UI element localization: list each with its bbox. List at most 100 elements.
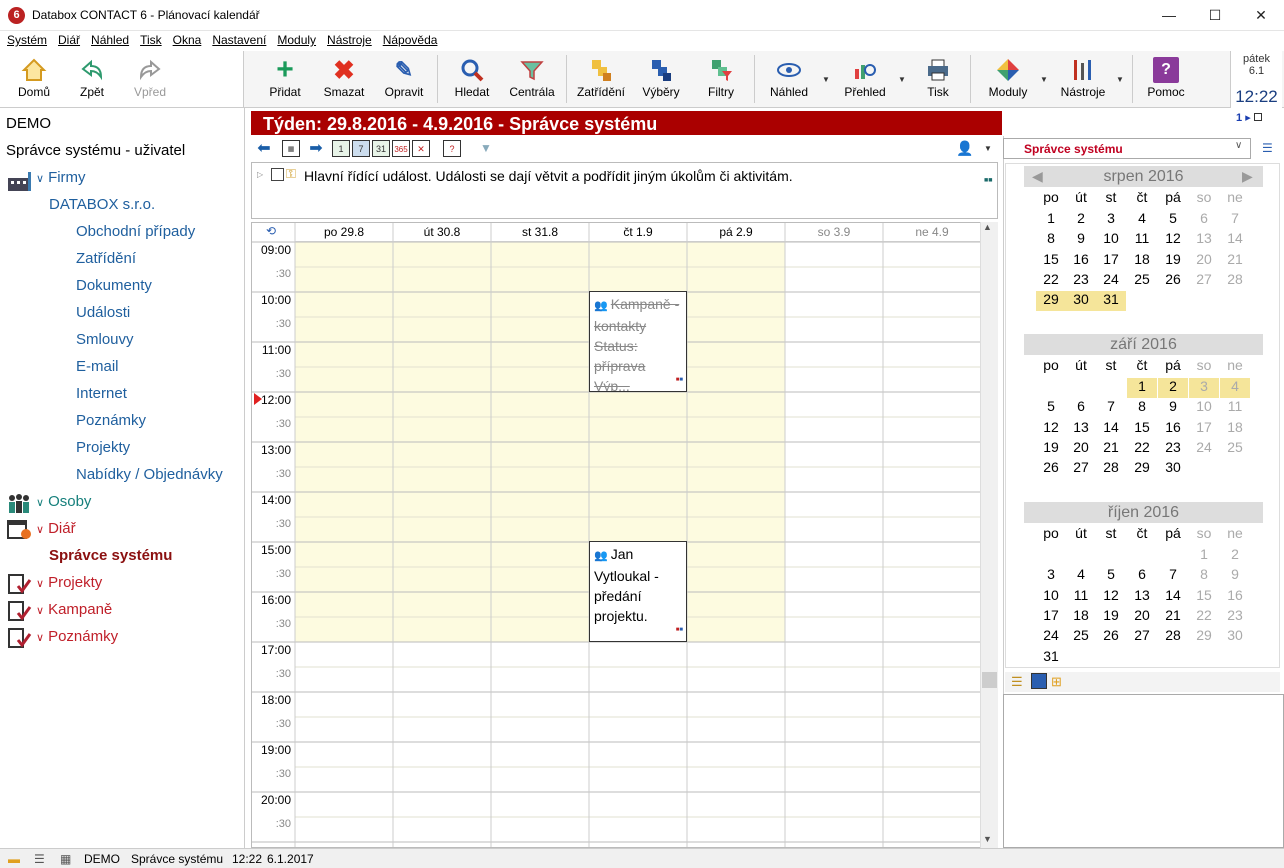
day-cell[interactable]: 6 <box>1189 210 1219 230</box>
day-cell[interactable]: 27 <box>1066 459 1096 479</box>
day-cell[interactable]: 11 <box>1127 230 1157 250</box>
day-cell[interactable]: 15 <box>1189 587 1219 607</box>
day-cell[interactable]: 13 <box>1189 230 1219 250</box>
day-cell[interactable]: 19 <box>1096 607 1126 627</box>
next-arrow-icon[interactable]: ➡ <box>307 140 325 157</box>
previous-month-icon[interactable]: ◀ <box>1032 168 1043 185</box>
day-cell[interactable]: 21 <box>1096 439 1126 459</box>
day-cell[interactable]: 21 <box>1220 251 1250 271</box>
nav-database[interactable]: DEMO <box>6 115 51 132</box>
day-cell[interactable]: 8 <box>1127 398 1157 418</box>
day-cell[interactable]: 28 <box>1096 459 1126 479</box>
scroll-thumb[interactable] <box>982 672 997 688</box>
nav-user[interactable]: Správce systému - uživatel <box>6 142 185 159</box>
menu-print[interactable]: Tisk <box>140 31 162 47</box>
day-cell[interactable]: 17 <box>1096 251 1126 271</box>
day-cell[interactable]: 24 <box>1036 627 1066 647</box>
tools-dropdown-icon[interactable]: ▼ <box>1116 75 1124 84</box>
menu-modules[interactable]: Moduly <box>277 31 316 47</box>
nav-projects[interactable]: ∨ Projekty <box>36 574 102 591</box>
modules-button[interactable]: Moduly <box>980 51 1036 106</box>
day-cell[interactable]: 9 <box>1220 566 1250 586</box>
event-checkbox[interactable] <box>271 168 284 181</box>
delete-button[interactable]: ✖ Smazat <box>316 51 372 106</box>
day-cell[interactable]: 13 <box>1127 587 1157 607</box>
maximize-button[interactable]: ☐ <box>1192 0 1238 31</box>
overview-button[interactable]: Přehled <box>838 51 892 106</box>
edit-button[interactable]: ✎ Opravit <box>376 51 432 106</box>
day-header[interactable]: pá 2.9 <box>687 223 785 242</box>
search-button[interactable]: Hledat <box>444 51 500 106</box>
day-cell[interactable]: 9 <box>1158 398 1188 418</box>
day-cell[interactable]: 29 <box>1036 291 1066 312</box>
day-cell[interactable]: 20 <box>1127 607 1157 627</box>
day-cell[interactable]: 24 <box>1096 271 1126 291</box>
nav-campaigns[interactable]: ∨ Kampaně <box>36 601 112 618</box>
day-cell[interactable]: 31 <box>1036 648 1066 668</box>
nav-firms[interactable]: ∨ Firmy <box>36 169 86 186</box>
day-cell[interactable]: 25 <box>1066 627 1096 647</box>
week-view-icon[interactable]: 7 <box>352 140 370 157</box>
next-month-icon[interactable]: ▶ <box>1242 168 1253 185</box>
minimize-button[interactable]: — <box>1146 0 1192 31</box>
tree-icon[interactable]: ⊞ <box>1051 674 1062 690</box>
help-button[interactable]: ? Pomoc <box>1140 51 1192 106</box>
filters-button[interactable]: Filtry <box>694 51 748 106</box>
day-cell[interactable]: 5 <box>1036 398 1066 418</box>
day-cell[interactable]: 17 <box>1036 607 1066 627</box>
list-view-icon[interactable]: ☰ <box>1262 141 1273 155</box>
nav-persons[interactable]: ∨ Osoby <box>36 493 91 510</box>
nav-item-events[interactable]: Události <box>76 304 130 321</box>
menu-system[interactable]: Systém <box>7 31 47 47</box>
day-cell[interactable]: 21 <box>1158 607 1188 627</box>
unknown-date-icon[interactable]: ? <box>443 140 461 157</box>
preview-dropdown-icon[interactable]: ▼ <box>822 75 830 84</box>
app-icon[interactable]: 6 <box>8 7 25 24</box>
day-cell[interactable]: 23 <box>1220 607 1250 627</box>
day-cell[interactable]: 22 <box>1189 607 1219 627</box>
day-cell[interactable]: 29 <box>1189 627 1219 647</box>
day-cell[interactable]: 11 <box>1066 587 1096 607</box>
day-header[interactable]: st 31.8 <box>491 223 589 242</box>
day-cell[interactable]: 20 <box>1189 251 1219 271</box>
user-icon[interactable]: 👤 <box>956 140 974 157</box>
day-cell[interactable]: 9 <box>1066 230 1096 250</box>
print-button[interactable]: Tisk <box>912 51 964 106</box>
day-cell[interactable]: 12 <box>1158 230 1188 250</box>
notes-panel[interactable] <box>1003 694 1284 848</box>
day-cell[interactable]: 13 <box>1066 419 1096 439</box>
menu-tools[interactable]: Nástroje <box>327 31 372 47</box>
day-cell[interactable]: 15 <box>1036 251 1066 271</box>
day-cell[interactable]: 16 <box>1066 251 1096 271</box>
day-header[interactable]: ne 4.9 <box>883 223 981 242</box>
forward-button[interactable]: Vpřed <box>124 51 176 106</box>
nav-item-offers-orders[interactable]: Nabídky / Objednávky <box>76 466 223 483</box>
day-cell[interactable]: 4 <box>1066 566 1096 586</box>
filter-icon[interactable]: ▼ <box>477 140 495 157</box>
day-cell[interactable]: 18 <box>1127 251 1157 271</box>
central-button[interactable]: Centrála <box>504 51 560 106</box>
user-select[interactable]: Správce systému <box>1003 138 1251 159</box>
nav-item-internet[interactable]: Internet <box>76 385 127 402</box>
home-button[interactable]: Domů <box>8 51 60 106</box>
menu-windows[interactable]: Okna <box>173 31 202 47</box>
day-cell[interactable]: 5 <box>1158 210 1188 230</box>
list-icon[interactable]: ☰ <box>1011 674 1023 690</box>
day-cell[interactable]: 25 <box>1127 271 1157 291</box>
day-cell[interactable]: 12 <box>1096 587 1126 607</box>
day-cell[interactable]: 23 <box>1158 439 1188 459</box>
folder-icon[interactable]: ▬ <box>8 852 20 866</box>
day-cell[interactable]: 24 <box>1189 439 1219 459</box>
scroll-down-icon[interactable]: ▼ <box>983 834 992 844</box>
month-31-view-icon[interactable]: 31 <box>372 140 390 157</box>
nav-diary-user[interactable]: Správce systému <box>49 547 172 564</box>
categorize-button[interactable]: Zatřídění <box>572 51 630 106</box>
day-cell[interactable]: 2 <box>1066 210 1096 230</box>
day-cell[interactable]: 1 <box>1189 546 1219 566</box>
day-cell[interactable]: 27 <box>1189 271 1219 291</box>
nav-diary[interactable]: ∨ Diář <box>36 520 76 537</box>
day-header[interactable]: út 30.8 <box>393 223 491 242</box>
preview-button[interactable]: Náhled <box>762 51 816 106</box>
day-cell[interactable]: 11 <box>1220 398 1250 418</box>
day-cell[interactable]: 12 <box>1036 419 1066 439</box>
